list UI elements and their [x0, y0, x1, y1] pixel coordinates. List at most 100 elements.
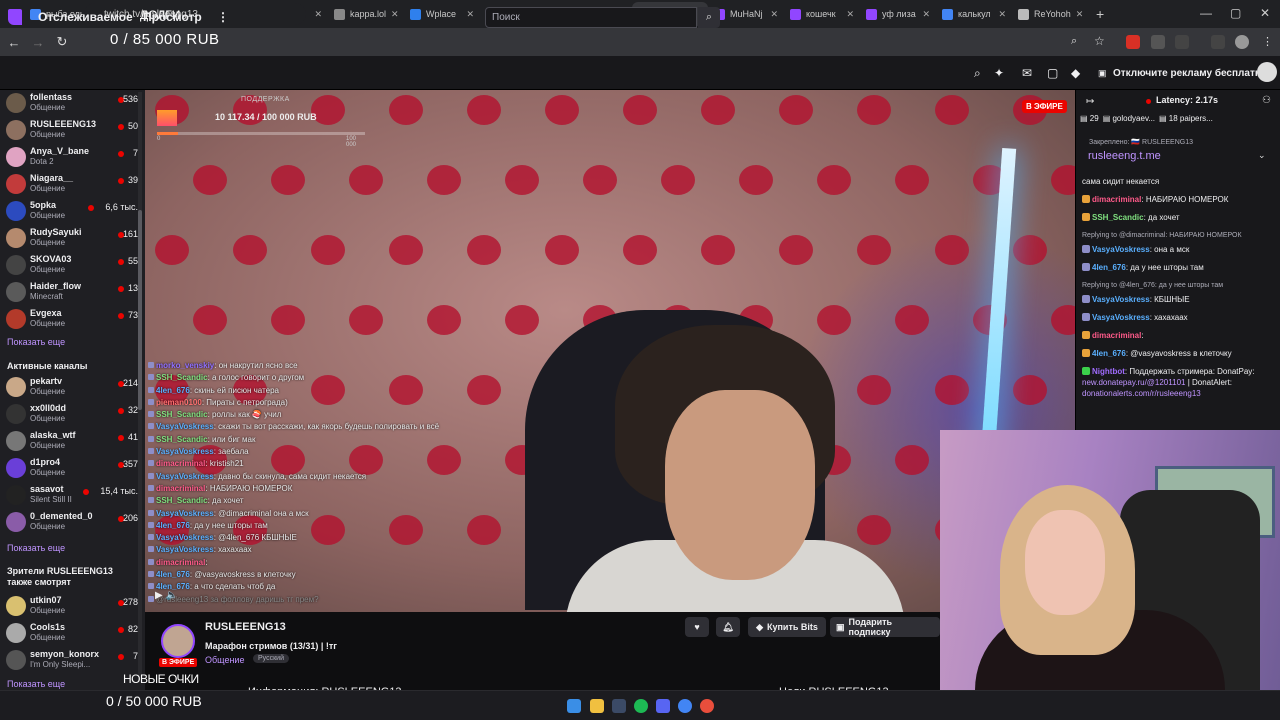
- show-more-also-watch[interactable]: Показать еще: [7, 679, 65, 689]
- chat-username[interactable]: Nightbot: [1092, 367, 1125, 376]
- sidebar-channel[interactable]: Niagara__ Общение 39: [6, 171, 138, 198]
- notification-bell-button[interactable]: 🔔︎: [716, 617, 740, 637]
- browser-tab[interactable]: калькул ✕: [936, 2, 1012, 26]
- sidebar-channel[interactable]: Cools1s Общение 82: [6, 620, 138, 647]
- sidebar-channel[interactable]: d1pro4 Общение 357: [6, 455, 138, 482]
- file-explorer-icon[interactable]: [590, 699, 604, 713]
- minimize-button[interactable]: —: [1200, 6, 1212, 20]
- maximize-button[interactable]: ▢: [1230, 6, 1241, 20]
- browser-tab[interactable]: Wplace ✕: [404, 2, 480, 26]
- browser-tab[interactable]: ReYohoh ✕: [1012, 2, 1088, 26]
- sidebar-channel[interactable]: pekartv Общение 214: [6, 374, 138, 401]
- pinned-link[interactable]: rusleeeng.t.me: [1088, 150, 1161, 162]
- more-menu-icon[interactable]: ⋮: [217, 10, 229, 24]
- tab-close-icon[interactable]: ✕: [922, 9, 930, 20]
- leaderboard-entry[interactable]: ▤ 18 paipers...: [1159, 114, 1213, 123]
- following-link[interactable]: Отслеживаемое: [38, 10, 133, 24]
- search-icon[interactable]: ⌕: [698, 7, 720, 28]
- chat-username[interactable]: VasyaVoskress: [1092, 313, 1150, 322]
- sidebar-channel[interactable]: RudySayuki Общение 161: [6, 225, 138, 252]
- bits-icon[interactable]: ◆: [1071, 66, 1080, 80]
- sidebar-channel[interactable]: utkin07 Общение 278: [6, 593, 138, 620]
- back-icon[interactable]: ←: [2, 35, 26, 50]
- sidebar-channel[interactable]: semyon_konorx I'm Only Sleepi... 7: [6, 647, 138, 674]
- sidebar-channel[interactable]: Haider_flow Minecraft 13: [6, 279, 138, 306]
- sidebar-channel[interactable]: 0_demented_0 Общение 206: [6, 509, 138, 536]
- bookmark-star-icon[interactable]: ☆: [1094, 34, 1105, 48]
- language-tag[interactable]: Русский: [253, 654, 289, 663]
- chevron-down-icon[interactable]: ⌄: [1258, 150, 1266, 161]
- profile-avatar[interactable]: [1235, 35, 1249, 49]
- browser-menu-icon[interactable]: ⋮: [1262, 35, 1273, 48]
- follow-heart-button[interactable]: ♥: [685, 617, 709, 637]
- twitch-logo-icon[interactable]: [8, 9, 22, 25]
- gift-sub-button[interactable]: ▣ Подарить подписку: [830, 617, 940, 637]
- discord-icon[interactable]: [656, 699, 670, 713]
- sidebar-channel[interactable]: Evgexa Общение 73: [6, 306, 138, 333]
- chat-users-icon[interactable]: ⚇: [1262, 95, 1271, 106]
- sidebar-channel[interactable]: RUSLEEENG13 Общение 50: [6, 117, 138, 144]
- chat-username[interactable]: SSH_Scandic: [1092, 213, 1144, 222]
- browser-tab[interactable]: kappa.lol ✕: [328, 2, 404, 26]
- chat-username[interactable]: dimacriminal: [1092, 195, 1141, 204]
- chat-username[interactable]: 4len_676: [1092, 349, 1126, 358]
- sidebar-channel[interactable]: sasavot Silent Still II 15,4 тыс.: [6, 482, 138, 509]
- browser-tab[interactable]: уф лиза ✕: [860, 2, 936, 26]
- notifications-icon[interactable]: ▢: [1047, 66, 1058, 80]
- extensions-puzzle-icon[interactable]: [1175, 35, 1189, 49]
- chrome-icon[interactable]: [678, 699, 692, 713]
- donatepay-link[interactable]: new.donatepay.ru/@1201101: [1082, 378, 1185, 387]
- ad-free-button[interactable]: Отключите рекламу бесплатно: [1113, 68, 1267, 79]
- reply-context[interactable]: Replying to @dimacriminal: НАБИРАЮ НОМЕР…: [1082, 230, 1278, 241]
- chat-username[interactable]: VasyaVoskress: [1092, 295, 1150, 304]
- sidebar-channel[interactable]: follentass Общение 536: [6, 90, 138, 117]
- streamer-avatar[interactable]: [161, 624, 195, 658]
- steam-icon[interactable]: [612, 699, 626, 713]
- tab-close-icon[interactable]: ✕: [770, 9, 778, 20]
- stream-category-link[interactable]: Общение: [205, 655, 244, 665]
- leaderboard-entry[interactable]: ▤ golodyaev...: [1103, 114, 1155, 123]
- spotify-icon[interactable]: [634, 699, 648, 713]
- chat-username[interactable]: VasyaVoskress: [1092, 245, 1150, 254]
- extension-icon[interactable]: [1151, 35, 1165, 49]
- show-more-active[interactable]: Показать еще: [7, 543, 65, 553]
- show-more-followed[interactable]: Показать еще: [7, 337, 65, 347]
- user-avatar[interactable]: [1257, 62, 1277, 82]
- adblock-extension-icon[interactable]: [1126, 35, 1140, 49]
- sidebar-channel[interactable]: Anya_V_bane Dota 27: [6, 144, 138, 171]
- search-input[interactable]: Поиск: [485, 7, 697, 28]
- close-window-button[interactable]: ✕: [1260, 6, 1270, 20]
- tab-close-icon[interactable]: ✕: [466, 9, 474, 20]
- streamer-name[interactable]: RUSLEEENG13: [205, 621, 286, 633]
- sidebar-scroll-thumb[interactable]: [138, 210, 142, 410]
- leaderboard-entry[interactable]: ▤ 29: [1080, 114, 1099, 123]
- play-pause-icon[interactable]: ▶ 🔈: [155, 590, 178, 601]
- forward-icon[interactable]: →: [26, 35, 50, 50]
- tab-close-icon[interactable]: ✕: [314, 9, 322, 20]
- tab-close-icon[interactable]: ✕: [1076, 9, 1084, 20]
- new-tab-button[interactable]: +: [1096, 6, 1104, 22]
- chat-username[interactable]: dimacriminal: [1092, 331, 1141, 340]
- tab-close-icon[interactable]: ✕: [391, 9, 399, 20]
- browse-link[interactable]: Просмотр: [143, 10, 202, 24]
- chat-username[interactable]: 4len_676: [1092, 263, 1126, 272]
- sidebar-channel[interactable]: alaska_wtf Общение 41: [6, 428, 138, 455]
- pinned-message[interactable]: Закреплено: 🇷🇺 RUSLEEENG13 rusleeeng.t.m…: [1081, 138, 1276, 172]
- reload-icon[interactable]: ↻: [50, 34, 74, 50]
- zoom-icon[interactable]: ⌕: [1071, 35, 1077, 48]
- 7tv-icon[interactable]: ✦: [994, 66, 1004, 80]
- tab-close-icon[interactable]: ✕: [998, 9, 1006, 20]
- donationalerts-link[interactable]: donationalerts.com/r/rusleeeng13: [1082, 389, 1201, 398]
- collapse-chat-icon[interactable]: ↦: [1086, 96, 1094, 107]
- tab-close-icon[interactable]: ✕: [846, 9, 854, 20]
- video-player[interactable]: ПОДДЕРЖКА 10 117.34 / 100 000 RUB 0 100 …: [145, 90, 1075, 612]
- inbox-icon[interactable]: ✉: [1022, 66, 1032, 80]
- extension-search-icon[interactable]: ⌕: [974, 66, 981, 81]
- buy-bits-button[interactable]: ◆ Купить Bits: [748, 617, 826, 637]
- media-controls-icon[interactable]: [1211, 35, 1225, 49]
- app-icon[interactable]: [700, 699, 714, 713]
- sidebar-channel[interactable]: SKOVA03 Общение 55: [6, 252, 138, 279]
- browser-tab[interactable]: кошечк ✕: [784, 2, 860, 26]
- reply-context[interactable]: Replying to @4len_676: да у нее шторы та…: [1082, 280, 1278, 291]
- start-icon[interactable]: [567, 699, 581, 713]
